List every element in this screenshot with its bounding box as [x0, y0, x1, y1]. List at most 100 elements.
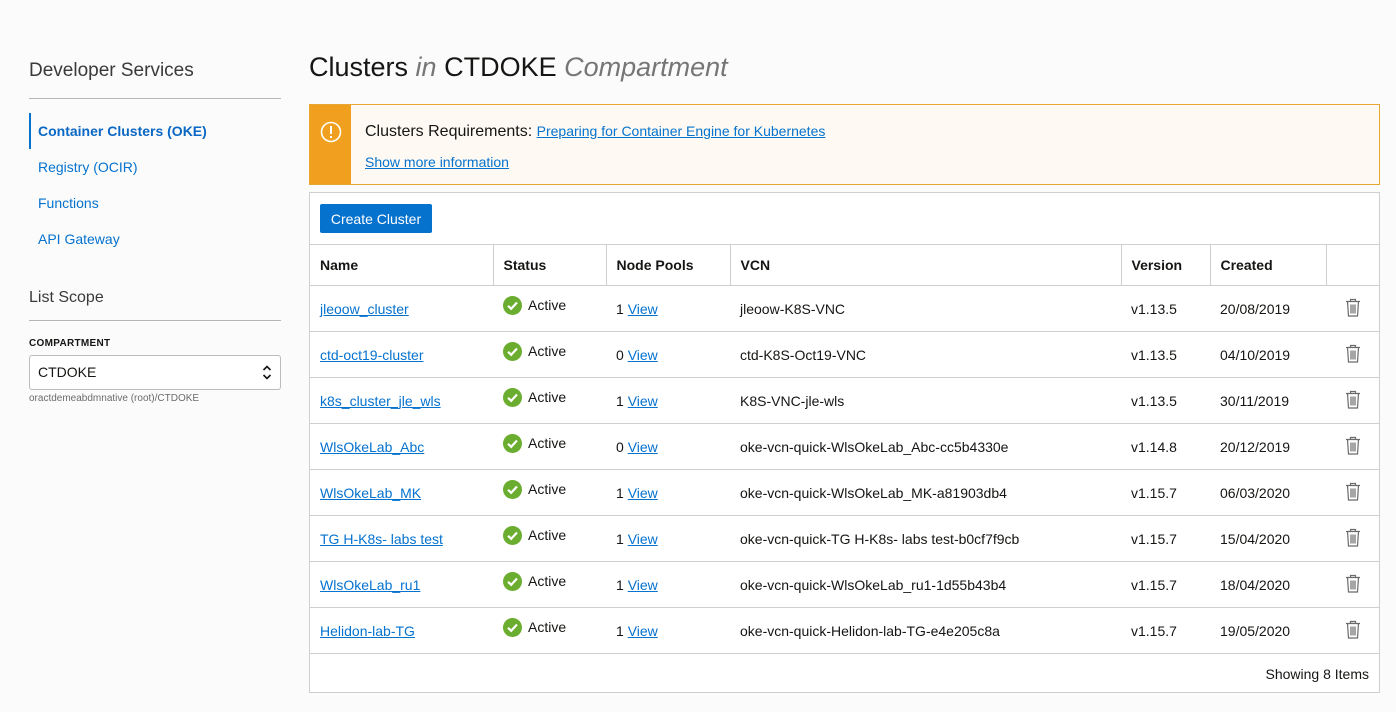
cluster-name-link[interactable]: Helidon-lab-TG: [320, 623, 415, 639]
status-badge: Active: [503, 433, 567, 453]
cell-node-pools: 1 View: [606, 469, 730, 516]
cluster-name-link[interactable]: k8s_cluster_jle_wls: [320, 393, 441, 409]
check-circle-icon: [503, 479, 522, 499]
sidebar-item-functions[interactable]: Functions: [29, 185, 281, 221]
status-badge: Active: [503, 525, 566, 545]
cell-version: v1.15.7: [1121, 607, 1210, 654]
cell-name: WlsOkeLab_ru1: [310, 561, 493, 608]
check-circle-icon: [503, 295, 522, 315]
view-node-pools-link[interactable]: View: [628, 393, 658, 409]
notice-icon-bar: [310, 105, 351, 184]
cluster-name-link[interactable]: WlsOkeLab_MK: [320, 485, 421, 501]
column-header-status[interactable]: Status: [493, 244, 607, 286]
notice-link[interactable]: Preparing for Container Engine for Kuber…: [537, 123, 826, 139]
trash-icon[interactable]: [1345, 482, 1361, 501]
cell-version: v1.15.7: [1121, 469, 1210, 516]
compartment-select[interactable]: CTDOKE: [29, 355, 281, 390]
status-badge: Active: [503, 295, 567, 315]
view-node-pools-link[interactable]: View: [628, 531, 658, 547]
status-badge: Active: [503, 479, 567, 499]
node-pool-count: 0: [616, 346, 624, 363]
view-node-pools-link[interactable]: View: [628, 485, 658, 501]
requirements-notice: Clusters Requirements: Preparing for Con…: [309, 104, 1380, 185]
sidebar-item-registry[interactable]: Registry (OCIR): [29, 149, 281, 185]
trash-icon[interactable]: [1345, 528, 1361, 547]
cell-vcn: ctd-K8S-Oct19-VNC: [730, 331, 1121, 378]
cluster-name-link[interactable]: WlsOkeLab_ru1: [320, 577, 420, 593]
cell-created: 15/04/2020: [1210, 515, 1326, 562]
cluster-name-link[interactable]: ctd-oct19-cluster: [320, 347, 423, 363]
status-badge: Active: [503, 571, 567, 591]
column-header-version[interactable]: Version: [1121, 244, 1211, 286]
status-badge: Active: [503, 617, 566, 637]
page-title-compartment: CTDOKE: [444, 52, 557, 82]
view-node-pools-link[interactable]: View: [628, 301, 658, 317]
cell-name: WlsOkeLab_Abc: [310, 423, 493, 470]
node-pool-count: 1: [616, 576, 624, 593]
trash-icon[interactable]: [1345, 574, 1361, 593]
cell-created: 19/05/2020: [1210, 607, 1326, 654]
column-header-actions: [1326, 244, 1379, 286]
status-text: Active: [528, 297, 567, 313]
sidebar-item-api-gateway[interactable]: API Gateway: [29, 221, 281, 257]
cell-vcn: oke-vcn-quick-Helidon-lab-TG-e4e205c8a: [730, 607, 1121, 654]
cell-vcn: oke-vcn-quick-WlsOkeLab_MK-a81903db4: [730, 469, 1121, 516]
cell-node-pools: 0 View: [606, 423, 730, 470]
trash-icon[interactable]: [1345, 436, 1361, 455]
sidebar-item-container-clusters[interactable]: Container Clusters (OKE): [29, 113, 281, 149]
cell-created: 04/10/2019: [1210, 331, 1326, 378]
view-node-pools-link[interactable]: View: [628, 347, 658, 363]
view-node-pools-link[interactable]: View: [628, 577, 658, 593]
node-pool-count: 1: [616, 530, 624, 547]
cell-created: 18/04/2020: [1210, 561, 1326, 608]
status-text: Active: [528, 481, 567, 497]
trash-icon[interactable]: [1345, 298, 1361, 317]
cell-actions: [1326, 515, 1379, 562]
cell-created: 06/03/2020: [1210, 469, 1326, 516]
cell-node-pools: 1 View: [606, 377, 730, 424]
table-row: k8s_cluster_jle_wls Active 1 View K8S-VNC-j…: [310, 377, 1379, 424]
cell-node-pools: 1 View: [606, 515, 730, 562]
page-title-suffix: Compartment: [564, 52, 728, 82]
compartment-label: COMPARTMENT: [29, 338, 111, 349]
show-more-link[interactable]: Show more information: [365, 154, 509, 170]
cell-status: Active: [493, 423, 606, 470]
status-badge: Active: [503, 341, 567, 361]
list-scope-title: List Scope: [29, 289, 104, 306]
cluster-name-link[interactable]: WlsOkeLab_Abc: [320, 439, 424, 455]
cell-version: v1.13.5: [1121, 331, 1210, 378]
cluster-name-link[interactable]: jleoow_cluster: [320, 301, 409, 317]
page-title-in: in: [415, 52, 437, 82]
view-node-pools-link[interactable]: View: [628, 623, 658, 639]
cell-version: v1.14.8: [1121, 423, 1210, 470]
cell-created: 30/11/2019: [1210, 377, 1326, 424]
cell-vcn: oke-vcn-quick-TG H-K8s- labs test-b0cf7f…: [730, 515, 1121, 562]
trash-icon[interactable]: [1345, 344, 1361, 363]
column-header-created[interactable]: Created: [1210, 244, 1327, 286]
view-node-pools-link[interactable]: View: [628, 439, 658, 455]
sidebar-nav: Container Clusters (OKE) Registry (OCIR)…: [29, 113, 281, 257]
trash-icon[interactable]: [1345, 390, 1361, 409]
cluster-name-link[interactable]: TG H-K8s- labs test: [320, 531, 443, 547]
status-text: Active: [528, 435, 567, 451]
node-pool-count: 1: [616, 392, 624, 409]
table-row: TG H-K8s- labs test Active 1 View oke-vcn-q…: [310, 515, 1379, 562]
cell-status: Active: [493, 515, 606, 562]
check-circle-icon: [503, 433, 522, 453]
cell-node-pools: 0 View: [606, 331, 730, 378]
sidebar-divider: [29, 98, 281, 99]
column-header-name[interactable]: Name: [310, 244, 494, 286]
trash-icon[interactable]: [1345, 620, 1361, 639]
cell-actions: [1326, 607, 1379, 654]
warning-icon: [320, 121, 342, 143]
cell-node-pools: 1 View: [606, 285, 730, 332]
cell-created: 20/12/2019: [1210, 423, 1326, 470]
column-header-node-pools[interactable]: Node Pools: [606, 244, 731, 286]
page-title-main: Clusters: [309, 52, 409, 82]
column-header-vcn[interactable]: VCN: [730, 244, 1122, 286]
items-count: Showing 8 Items: [1265, 666, 1370, 682]
cell-actions: [1326, 285, 1379, 332]
create-cluster-button[interactable]: Create Cluster: [320, 204, 432, 233]
status-text: Active: [528, 573, 567, 589]
status-text: Active: [528, 343, 567, 359]
